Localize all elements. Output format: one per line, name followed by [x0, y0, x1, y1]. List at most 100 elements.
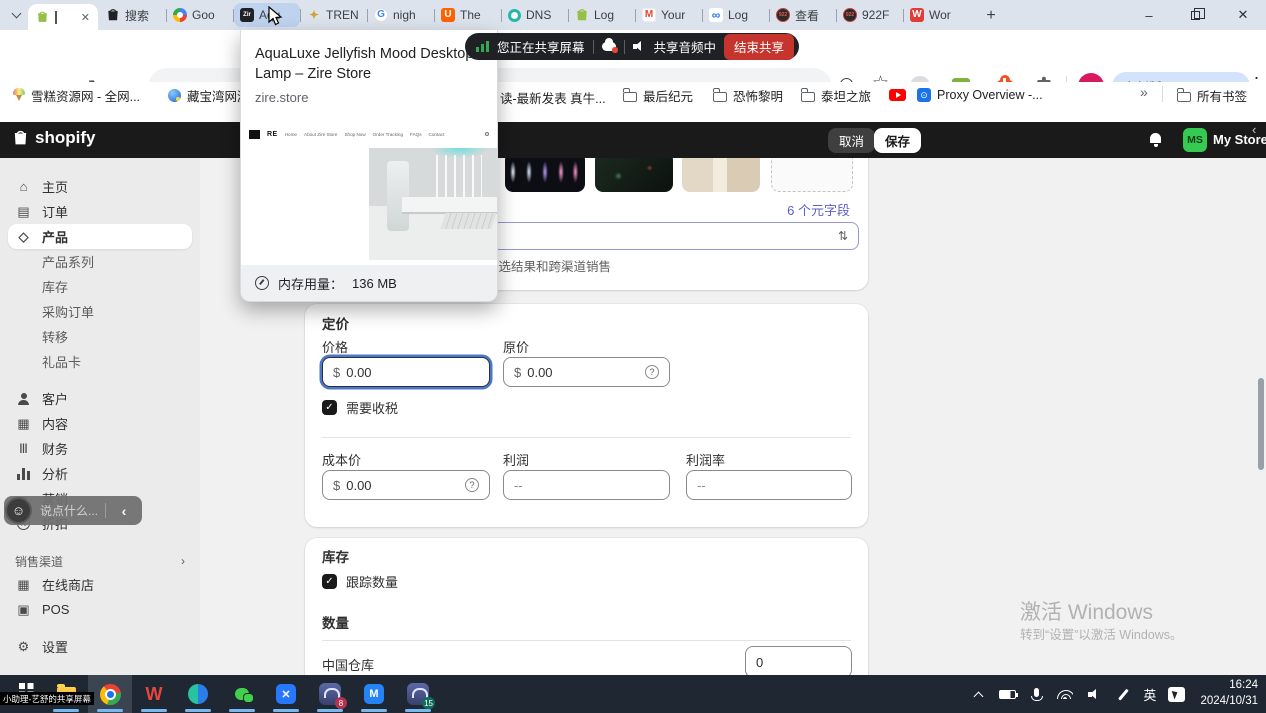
taskbar-chrome[interactable]	[88, 675, 132, 713]
ime-indicator[interactable]: 英	[1143, 685, 1156, 704]
tab-login-shopify[interactable]: Log	[569, 3, 635, 27]
taskbar-app-badge-15[interactable]: 15	[396, 675, 440, 713]
wifi-icon[interactable]	[1056, 685, 1074, 703]
assistant-collapse-icon[interactable]: ‹	[122, 503, 127, 519]
sharing-screen-text: 您正在共享屏幕	[497, 37, 585, 56]
bookmark-label-fragment[interactable]: 读-最新发表 真牛...	[500, 88, 606, 107]
pen-icon[interactable]	[1114, 685, 1132, 703]
taskbar-meeting-app[interactable]: M	[352, 675, 396, 713]
bookmark-folder-grim-dawn[interactable]: 恐怖黎明	[708, 84, 788, 106]
sidebar-item-content[interactable]: ▦内容	[8, 411, 192, 436]
sales-channels-header[interactable]: 销售渠道›	[8, 550, 192, 572]
tab-trendsi[interactable]: ✦TREN	[301, 3, 367, 27]
assistant-input-placeholder[interactable]: 说点什么...	[40, 502, 98, 519]
pos-icon: ▣	[15, 603, 32, 616]
bookmark-proxy-overview[interactable]: ⊙Proxy Overview -...	[912, 84, 1048, 106]
help-icon[interactable]: ?	[465, 478, 479, 492]
add-media-dropzone[interactable]	[771, 152, 853, 192]
price-input[interactable]: $0.00	[322, 357, 490, 387]
quantity-input[interactable]: 0	[745, 646, 852, 678]
tab-aqualuxe-hovered[interactable]: ZirAqu	[234, 3, 300, 27]
checkbox-checked[interactable]: ✓	[322, 400, 337, 415]
window-restore-button[interactable]	[1174, 0, 1216, 30]
active-tab-shopify[interactable]: ✕	[28, 4, 98, 30]
sidebar-item-products[interactable]: ◇产品	[8, 224, 192, 249]
taskbar-wechat[interactable]	[220, 675, 264, 713]
sidebar-item-inventory[interactable]: 库存	[8, 274, 192, 299]
tab-dns[interactable]: DNS	[502, 3, 568, 27]
sidebar-label: 财务	[42, 439, 68, 458]
bookmark-youtube[interactable]	[884, 84, 911, 106]
sidebar-item-customers[interactable]: 客户	[8, 386, 192, 411]
tab-922[interactable]: 922922F	[837, 3, 903, 27]
taskbar-docs-app[interactable]	[176, 675, 220, 713]
tab-gmail[interactable]: MYour	[636, 3, 702, 27]
bookmark-folder-titan-quest[interactable]: 泰坦之旅	[796, 84, 876, 106]
page-scrollbar-thumb[interactable]	[1258, 378, 1264, 470]
tab-google[interactable]: Goo	[167, 3, 233, 27]
product-thumbnail-3[interactable]	[682, 152, 760, 192]
bookmarks-overflow-icon[interactable]: »	[1140, 84, 1148, 100]
sidebar-item-settings[interactable]: ⚙设置	[8, 634, 192, 659]
sidebar-item-purchase-orders[interactable]: 采购订单	[8, 299, 192, 324]
new-tab-button[interactable]: +	[978, 4, 1004, 28]
tab-search-button[interactable]	[6, 6, 26, 24]
sidebar-label: 主页	[42, 177, 68, 196]
stop-sharing-button[interactable]: 结束共享	[724, 34, 794, 60]
tab-logo[interactable]: ∞Log	[703, 3, 769, 27]
tab-922-view[interactable]: 922查看	[770, 3, 836, 27]
bookmark-icecream-site[interactable]: 雪糕资源网 - 全网...	[8, 84, 145, 106]
tab-the[interactable]: UThe	[435, 3, 501, 27]
window-minimize-button[interactable]: –	[1128, 0, 1170, 30]
sidebar-item-online-store[interactable]: ▦在线商店	[8, 572, 192, 597]
product-thumbnail-2[interactable]	[595, 152, 673, 192]
window-close-button[interactable]: ✕	[1222, 0, 1264, 30]
product-thumbnail-1[interactable]	[505, 152, 585, 192]
tray-expand-icon[interactable]	[969, 685, 987, 703]
volume-icon[interactable]	[1085, 685, 1103, 703]
save-button[interactable]: 保存	[874, 128, 921, 153]
zire-favicon: Zir	[240, 8, 254, 22]
bookmark-folder-last-epoch[interactable]: 最后纪元	[618, 84, 698, 106]
bookmark-all-bookmarks[interactable]: 所有书签	[1172, 84, 1252, 106]
sidebar-item-analytics[interactable]: 分析	[8, 461, 192, 486]
assistant-avatar-icon[interactable]: ☺	[5, 497, 32, 524]
cancel-button[interactable]: 取消	[828, 128, 875, 153]
bank-icon: Ⅲ	[15, 442, 32, 455]
charge-tax-checkbox-row[interactable]: ✓需要收税	[322, 398, 398, 417]
track-quantity-checkbox-row[interactable]: ✓跟踪数量	[322, 572, 398, 591]
touch-keyboard-icon[interactable]	[1167, 685, 1185, 703]
tab-close-icon[interactable]: ✕	[81, 11, 90, 24]
store-avatar[interactable]: MS	[1183, 128, 1207, 152]
battery-icon[interactable]	[998, 685, 1016, 703]
profit-input[interactable]: --	[503, 470, 670, 500]
sidebar-item-gift-cards[interactable]: 礼品卡	[8, 349, 192, 374]
sidebar-item-transfers[interactable]: 转移	[8, 324, 192, 349]
running-indicator	[405, 709, 431, 712]
notifications-bell-icon[interactable]	[1148, 132, 1163, 147]
screenshare-assistant-widget[interactable]: ☺ 说点什么... ‹	[4, 496, 142, 525]
sidebar-item-orders[interactable]: ▤订单	[8, 199, 192, 224]
taskbar-blue-x-app[interactable]: ✕	[264, 675, 308, 713]
header-collapse-chevron-icon[interactable]: ‹	[1252, 122, 1256, 137]
cost-input[interactable]: $0.00?	[322, 470, 490, 500]
margin-input[interactable]: --	[686, 470, 852, 500]
checkbox-checked[interactable]: ✓	[322, 574, 337, 589]
taskbar-wps[interactable]: W	[132, 675, 176, 713]
tab-search-shopify[interactable]: 搜索	[100, 3, 166, 27]
help-icon[interactable]: ?	[645, 365, 659, 379]
sidebar-item-home[interactable]: ⌂主页	[8, 174, 192, 199]
tab-night[interactable]: Gnigh	[368, 3, 434, 27]
store-name[interactable]: My Store	[1213, 132, 1266, 147]
sidebar-item-finance[interactable]: Ⅲ 财务	[8, 436, 192, 461]
taskbar-app-badge-8[interactable]: 8	[308, 675, 352, 713]
sidebar-item-pos[interactable]: ▣POS	[8, 597, 192, 622]
metafields-link[interactable]: 6 个元字段	[787, 200, 850, 219]
microphone-icon[interactable]	[1027, 685, 1045, 703]
sidebar-item-collections[interactable]: 产品系列	[8, 249, 192, 274]
taskbar-clock[interactable]: 16:24 2024/10/31	[1200, 678, 1258, 709]
tab-word[interactable]: WWor	[904, 3, 970, 27]
tab-label: Goo	[192, 8, 215, 22]
memory-value: 136 MB	[352, 276, 397, 291]
compare-price-input[interactable]: $0.00?	[503, 357, 670, 387]
